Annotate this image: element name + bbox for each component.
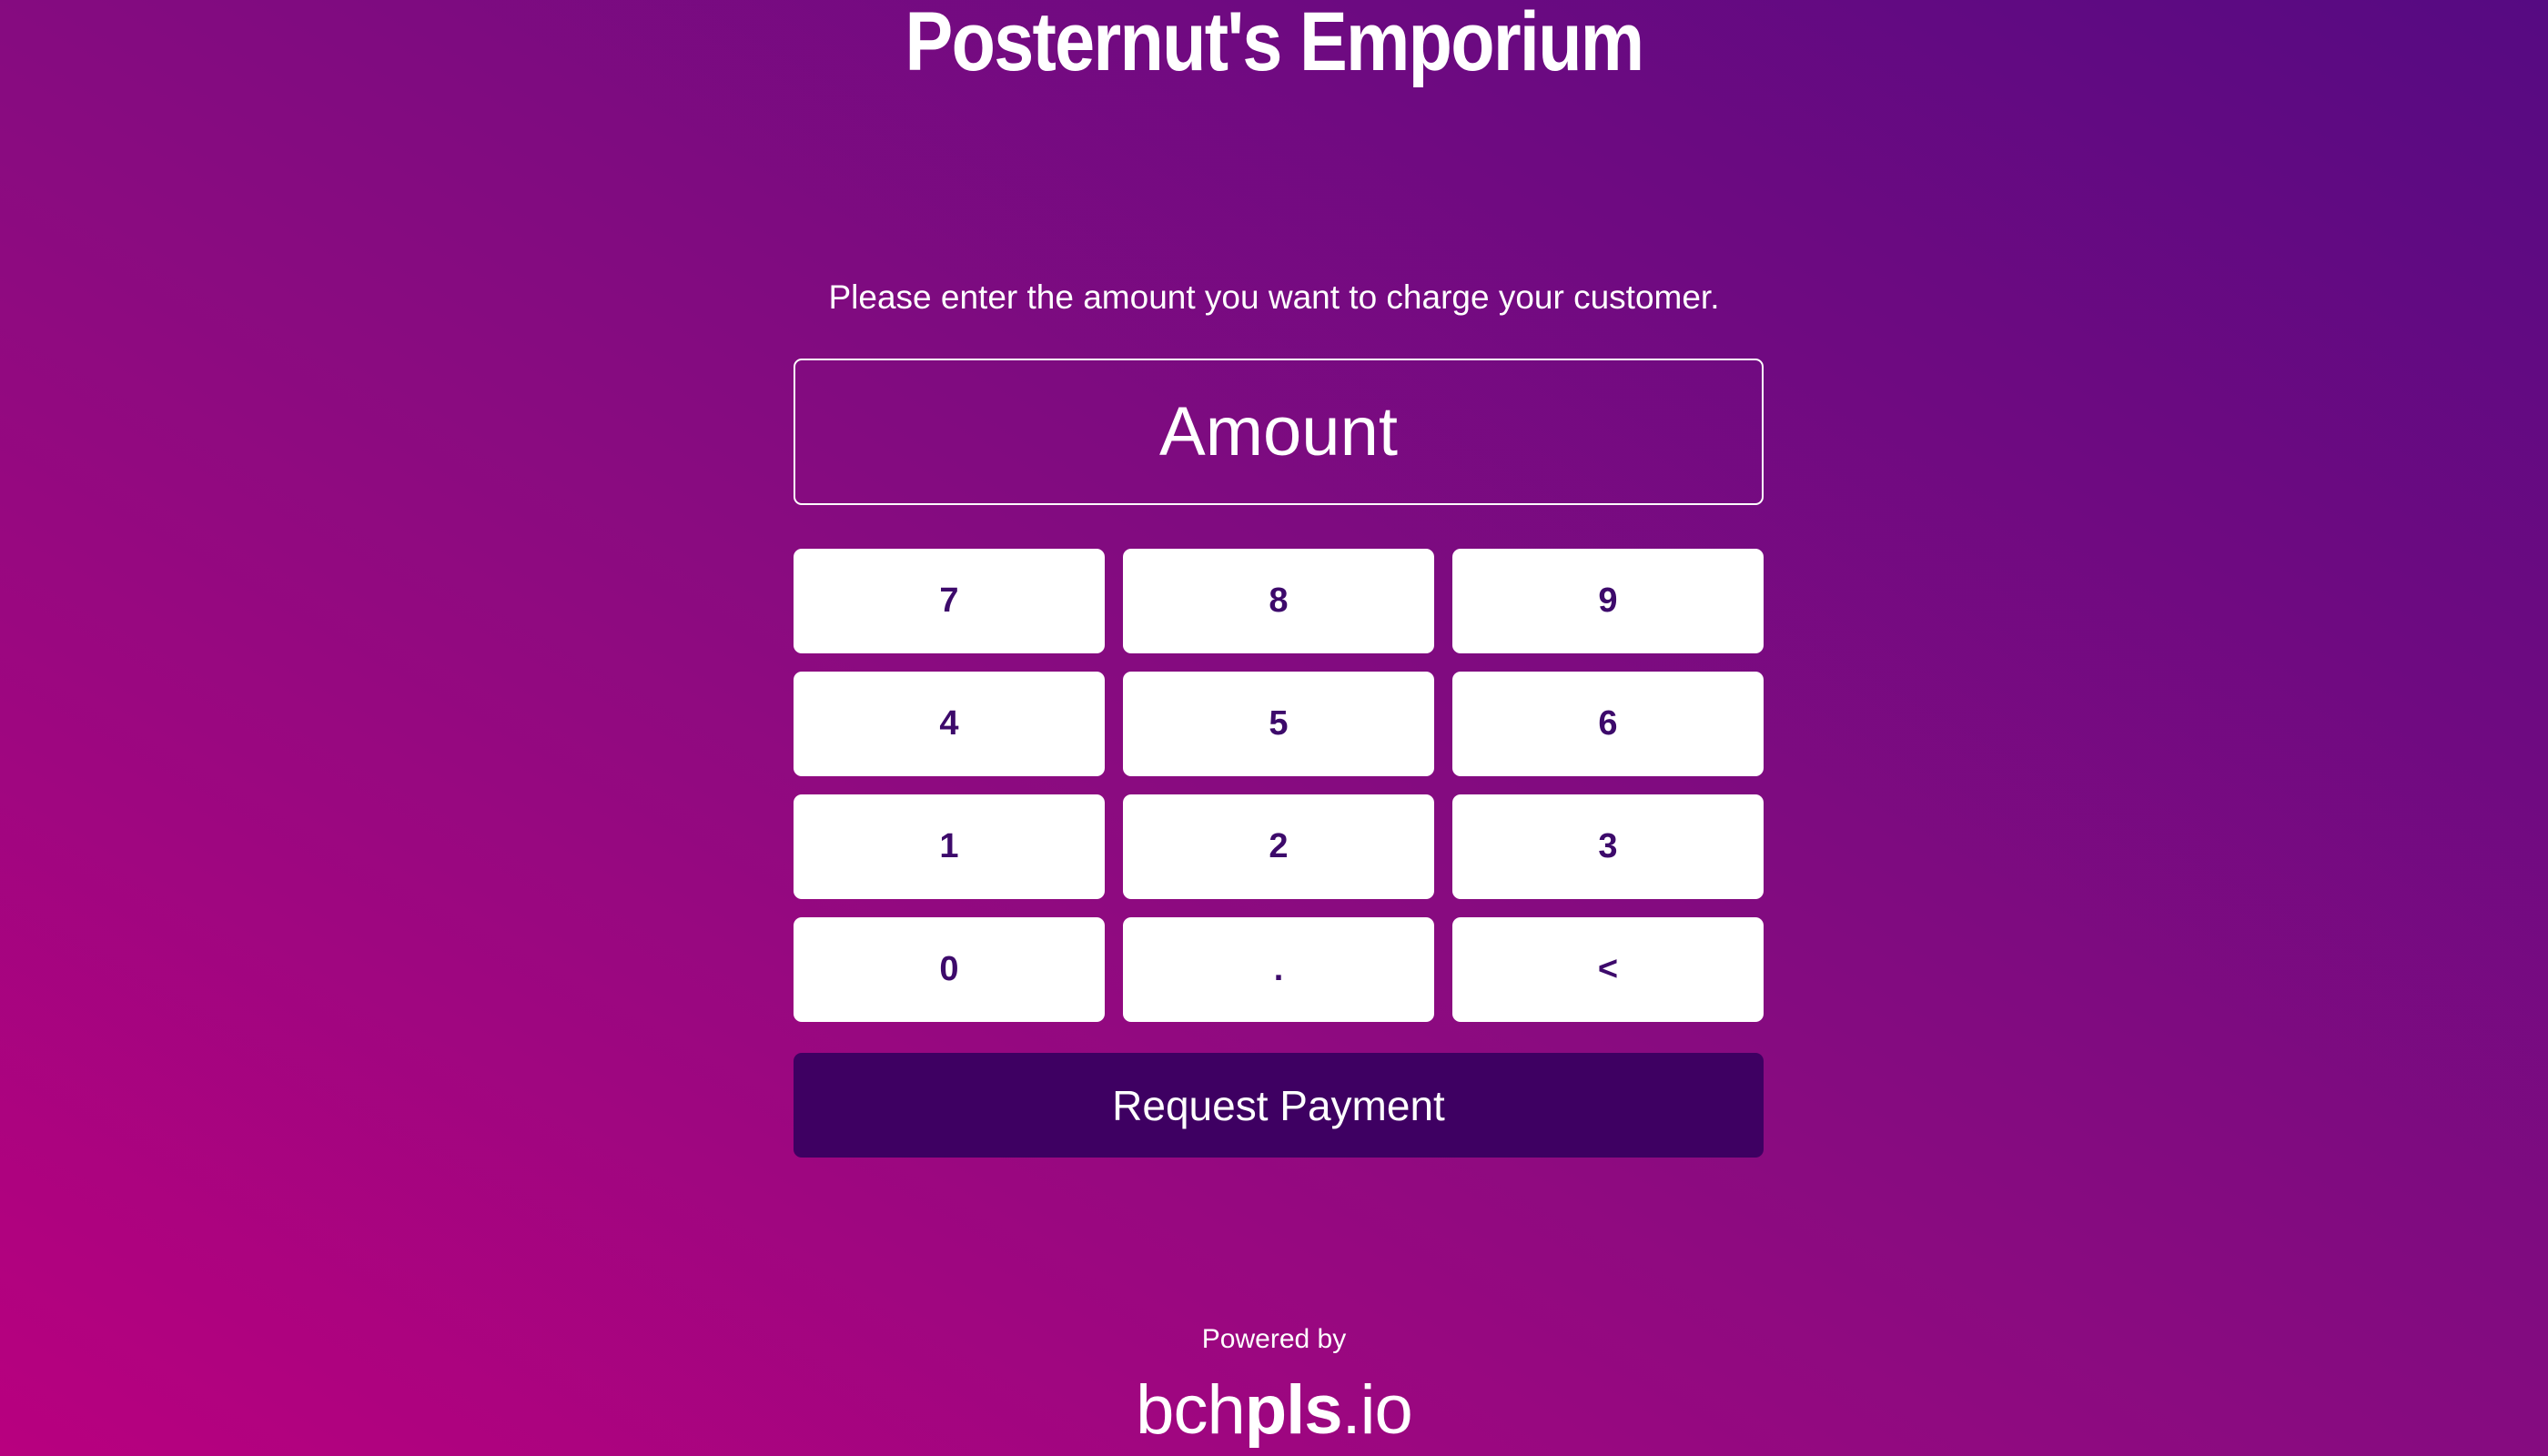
brand-logo[interactable]: bchpls.io <box>0 1370 2548 1450</box>
key-backspace[interactable]: < <box>1452 917 1764 1022</box>
key-7[interactable]: 7 <box>794 549 1105 653</box>
amount-input[interactable] <box>794 359 1764 505</box>
key-9[interactable]: 9 <box>1452 549 1764 653</box>
key-8[interactable]: 8 <box>1123 549 1434 653</box>
page-title: Posternut's Emporium <box>905 0 1645 88</box>
request-payment-button[interactable]: Request Payment <box>794 1053 1764 1158</box>
key-4[interactable]: 4 <box>794 672 1105 776</box>
key-1[interactable]: 1 <box>794 794 1105 899</box>
powered-by-label: Powered by <box>1201 1324 1347 1354</box>
key-0[interactable]: 0 <box>794 917 1105 1022</box>
brand-suffix: .io <box>1341 1371 1413 1449</box>
keypad: 7 8 9 4 5 6 1 2 3 0 . < <box>794 549 1764 1022</box>
key-6[interactable]: 6 <box>1452 672 1764 776</box>
key-decimal[interactable]: . <box>1123 917 1434 1022</box>
key-5[interactable]: 5 <box>1123 672 1434 776</box>
brand-bold: pls <box>1244 1371 1343 1449</box>
brand-prefix: bch <box>1136 1371 1246 1449</box>
instruction-text: Please enter the amount you want to char… <box>828 278 1720 316</box>
key-3[interactable]: 3 <box>1452 794 1764 899</box>
key-2[interactable]: 2 <box>1123 794 1434 899</box>
